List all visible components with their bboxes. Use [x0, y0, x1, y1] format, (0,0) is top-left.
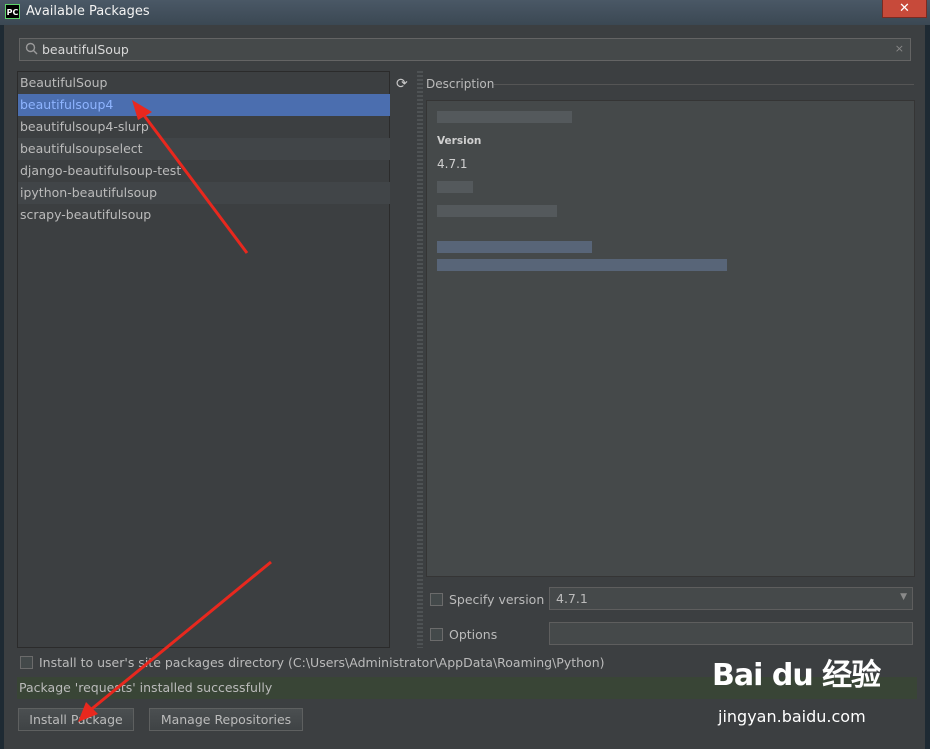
blurred-link-2 [437, 259, 727, 271]
search-input[interactable]: beautifulSoup × [19, 38, 911, 61]
title-bar: PC Available Packages ✕ [0, 0, 930, 25]
package-list-item[interactable]: scrapy-beautifulsoup [18, 204, 390, 226]
description-divider [494, 84, 914, 85]
options-checkbox[interactable] [430, 628, 443, 641]
package-list-item[interactable]: django-beautifulsoup-test [18, 160, 390, 182]
package-list-item[interactable]: beautifulsoup4 [18, 94, 390, 116]
install-user-site-label: Install to user's site packages director… [39, 655, 605, 670]
specify-version-label: Specify version [449, 592, 545, 607]
package-list-item[interactable]: BeautifulSoup [18, 72, 390, 94]
close-button[interactable]: ✕ [882, 0, 927, 18]
search-icon [25, 42, 39, 59]
window-title: Available Packages [26, 4, 150, 19]
manage-repositories-button[interactable]: Manage Repositories [149, 708, 303, 731]
version-select-value: 4.7.1 [556, 591, 588, 606]
options-label: Options [449, 627, 498, 642]
package-list-item[interactable]: ipython-beautifulsoup [18, 182, 390, 204]
blurred-author [437, 181, 473, 193]
description-label: Description [426, 77, 495, 91]
pycharm-app-icon: PC [5, 4, 20, 19]
options-field[interactable] [549, 622, 913, 645]
search-value: beautifulSoup [42, 42, 129, 57]
watermark-url: jingyan.baidu.com [718, 707, 866, 726]
baidu-watermark: Bai du 经验 jingyan.baidu.com [706, 650, 916, 730]
blurred-link [437, 241, 592, 253]
blurred-summary [437, 111, 572, 123]
description-panel: Version 4.7.1 [426, 100, 915, 577]
install-package-button[interactable]: Install Package [18, 708, 134, 731]
status-message: Package 'requests' installed successfull… [19, 680, 273, 695]
version-select[interactable]: 4.7.1 ▼ [549, 587, 913, 610]
available-packages-dialog: beautifulSoup × BeautifulSoup beautifulso… [4, 25, 925, 749]
baidu-logo: Bai du 经验 [712, 658, 881, 693]
chevron-down-icon: ▼ [900, 592, 907, 602]
version-value: 4.7.1 [437, 157, 468, 171]
version-label: Version [437, 135, 482, 147]
clear-search-icon[interactable]: × [895, 42, 904, 55]
splitter-handle[interactable] [417, 71, 423, 648]
package-list[interactable]: BeautifulSoup beautifulsoup4 beautifulsoup… [17, 71, 390, 648]
package-list-item[interactable]: beautifulsoupselect [18, 138, 390, 160]
install-user-site-checkbox[interactable] [20, 656, 33, 669]
refresh-icon[interactable]: ⟳ [396, 76, 408, 92]
package-list-item[interactable]: beautifulsoup4-slurp [18, 116, 390, 138]
refresh-toolbar: ⟳ [392, 71, 416, 648]
specify-version-checkbox[interactable] [430, 593, 443, 606]
blurred-email [437, 205, 557, 217]
